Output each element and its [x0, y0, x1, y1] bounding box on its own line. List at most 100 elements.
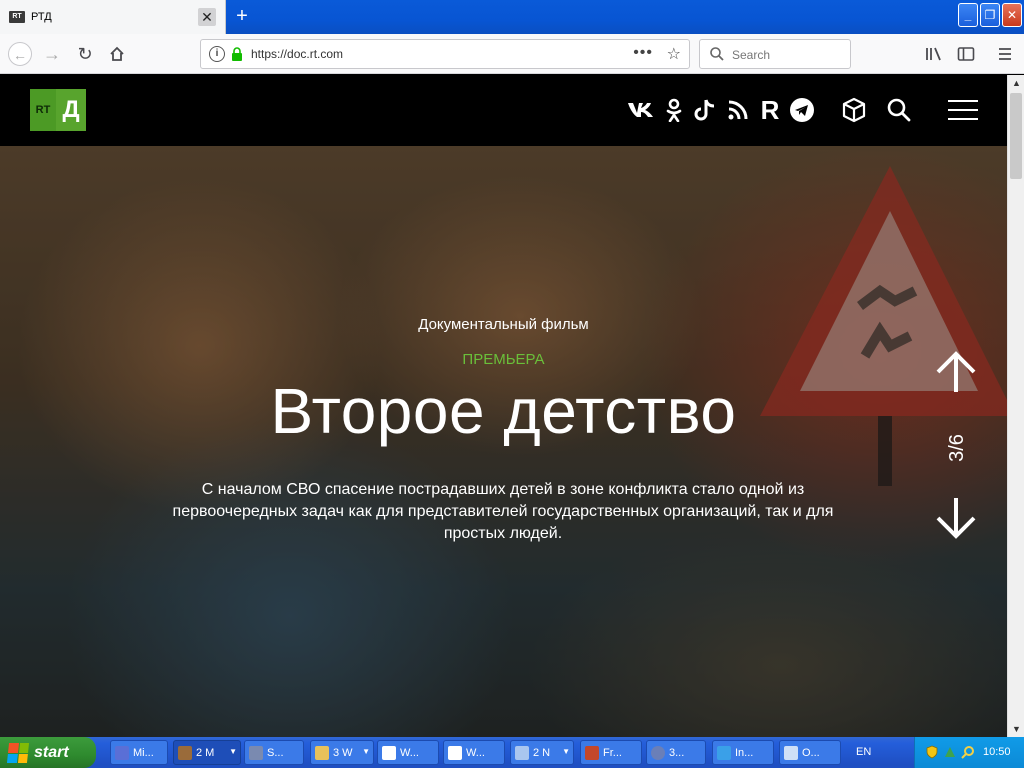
hero-description: С началом СВО спасение пострадавших дете… [172, 481, 834, 542]
hamburger-menu-icon[interactable] [948, 100, 978, 120]
search-bar[interactable]: Search [699, 39, 851, 69]
taskbar-item[interactable]: 3... [646, 740, 706, 765]
rtd-logo[interactable]: RT Д [30, 89, 86, 131]
odnoklassniki-icon[interactable] [660, 97, 688, 123]
arrow-up-icon[interactable] [932, 348, 980, 396]
reload-button[interactable]: ↻ [73, 42, 97, 66]
taskbar-item[interactable]: O... [779, 740, 841, 765]
restore-button[interactable]: ❐ [980, 3, 1000, 27]
premiere-tag: ПРЕМЬЕРА [462, 351, 545, 368]
notepad-icon [515, 745, 529, 760]
group-caret-icon: ▼ [562, 747, 570, 756]
taskbar-item[interactable]: S... [244, 740, 304, 765]
lock-icon [232, 47, 242, 61]
url-bar[interactable]: i https://doc.rt.com ••• ☆ [200, 39, 690, 69]
close-window-button[interactable]: ✕ [1002, 3, 1022, 27]
arrow-down-icon[interactable] [932, 494, 980, 542]
folder-icon [315, 745, 329, 760]
taskbar-item-label: In... [735, 746, 754, 759]
hero-subtitle: Документальный фильм [418, 316, 589, 333]
scroll-thumb[interactable] [1010, 93, 1022, 179]
tab-title: РТД [31, 11, 52, 23]
taskbar-item[interactable]: 3 W ▼ [310, 740, 374, 765]
sidebar-icon[interactable] [954, 42, 978, 66]
browser-tab[interactable]: RT РТД ✕ [0, 0, 226, 34]
slide-pager: 3/6 [946, 434, 968, 462]
favicon-icon: RT [9, 11, 25, 23]
app-icon [585, 745, 599, 760]
scroll-down-icon[interactable]: ▼ [1009, 721, 1024, 737]
vk-icon[interactable] [627, 97, 655, 123]
network-icon[interactable] [943, 745, 957, 759]
taskbar-item-label: Mi... [133, 746, 154, 759]
taskbar-item-label: O... [802, 746, 820, 759]
windows-flag-icon [6, 742, 30, 763]
home-button[interactable] [105, 42, 129, 66]
3d-cube-icon[interactable] [840, 97, 868, 123]
search-glass-icon [710, 47, 724, 61]
taskbar-item[interactable]: 2 N ▼ [510, 740, 574, 765]
app-icon [115, 745, 129, 760]
menu-icon[interactable] [993, 42, 1017, 66]
taskbar-item-label: 2 N [533, 746, 551, 759]
windows-taskbar: start Mi... 2 M ▼ S... 3 W ▼ W... W... 2 N… [0, 737, 1024, 768]
security-shield-icon[interactable] [925, 745, 939, 759]
minimize-button[interactable]: _ [958, 3, 978, 27]
browser-navbar: ← → ↻ i https://doc.rt.com ••• ☆ Search [0, 34, 1024, 74]
taskbar-item-label: Fr... [603, 746, 622, 759]
taskbar-item[interactable]: 2 M ▼ [173, 740, 241, 765]
page-scrollbar[interactable]: ▲ ▼ [1007, 75, 1024, 737]
globe-icon [651, 745, 665, 760]
hero-title[interactable]: Второе детство [0, 374, 1007, 448]
bookmark-star-icon[interactable]: ☆ [667, 44, 681, 64]
group-caret-icon: ▼ [362, 747, 370, 756]
group-caret-icon: ▼ [229, 747, 237, 756]
search-tray-icon[interactable] [961, 745, 975, 759]
taskbar-item-label: 3 W [333, 746, 353, 759]
rss-icon[interactable] [724, 97, 752, 123]
taskbar-item-label: S... [267, 746, 284, 759]
language-indicator[interactable]: EN [856, 746, 871, 758]
window-icon [448, 745, 462, 760]
site-search-icon[interactable] [885, 97, 913, 123]
start-label: start [34, 743, 69, 761]
taskbar-item[interactable]: Mi... [110, 740, 168, 765]
scroll-up-icon[interactable]: ▲ [1009, 75, 1024, 91]
home-icon [110, 46, 124, 61]
app-icon [784, 745, 798, 760]
tab-close-icon[interactable]: ✕ [198, 8, 216, 26]
back-button[interactable]: ← [8, 42, 32, 66]
app-icon [249, 745, 263, 760]
logo-d-text: Д [62, 96, 80, 123]
clock[interactable]: 10:50 [983, 746, 1011, 758]
taskbar-item-label: 2 M [196, 746, 215, 759]
window-icon [382, 745, 396, 760]
taskbar-item-label: 3... [669, 746, 685, 759]
taskbar-item-label: W... [400, 746, 419, 759]
taskbar-item[interactable]: Fr... [580, 740, 642, 765]
window-controls: _ ❐ ✕ [958, 3, 1022, 27]
library-icon[interactable] [922, 42, 946, 66]
url-text[interactable]: https://doc.rt.com [251, 47, 343, 61]
logo-rt-text: RT [30, 89, 56, 131]
telegram-icon[interactable] [788, 97, 816, 123]
taskbar-item[interactable]: W... [377, 740, 439, 765]
internet-explorer-icon [717, 745, 731, 760]
taskbar-item[interactable]: W... [443, 740, 505, 765]
site-header: RT Д R [0, 75, 1007, 146]
search-placeholder[interactable]: Search [732, 48, 770, 62]
new-tab-button[interactable]: + [231, 6, 253, 28]
taskbar-item[interactable]: In... [712, 740, 774, 765]
web-page: RT Д R Документальный фильм ПРЕМЬЕРА Вто… [0, 75, 1007, 737]
taskbar-item-label: W... [466, 746, 485, 759]
tiktok-icon[interactable] [691, 97, 719, 123]
page-actions-icon[interactable]: ••• [633, 44, 653, 62]
hero-slide[interactable]: Документальный фильм ПРЕМЬЕРА Второе дет… [0, 146, 1007, 737]
site-info-icon[interactable]: i [209, 46, 225, 62]
system-tray: 10:50 [914, 737, 1024, 768]
start-button[interactable]: start [0, 737, 96, 768]
rutube-icon[interactable]: R [756, 95, 784, 125]
browser-titlebar: RT РТД ✕ + _ ❐ ✕ [0, 0, 1024, 34]
forward-button[interactable]: → [40, 42, 64, 66]
app-icon [178, 745, 192, 760]
